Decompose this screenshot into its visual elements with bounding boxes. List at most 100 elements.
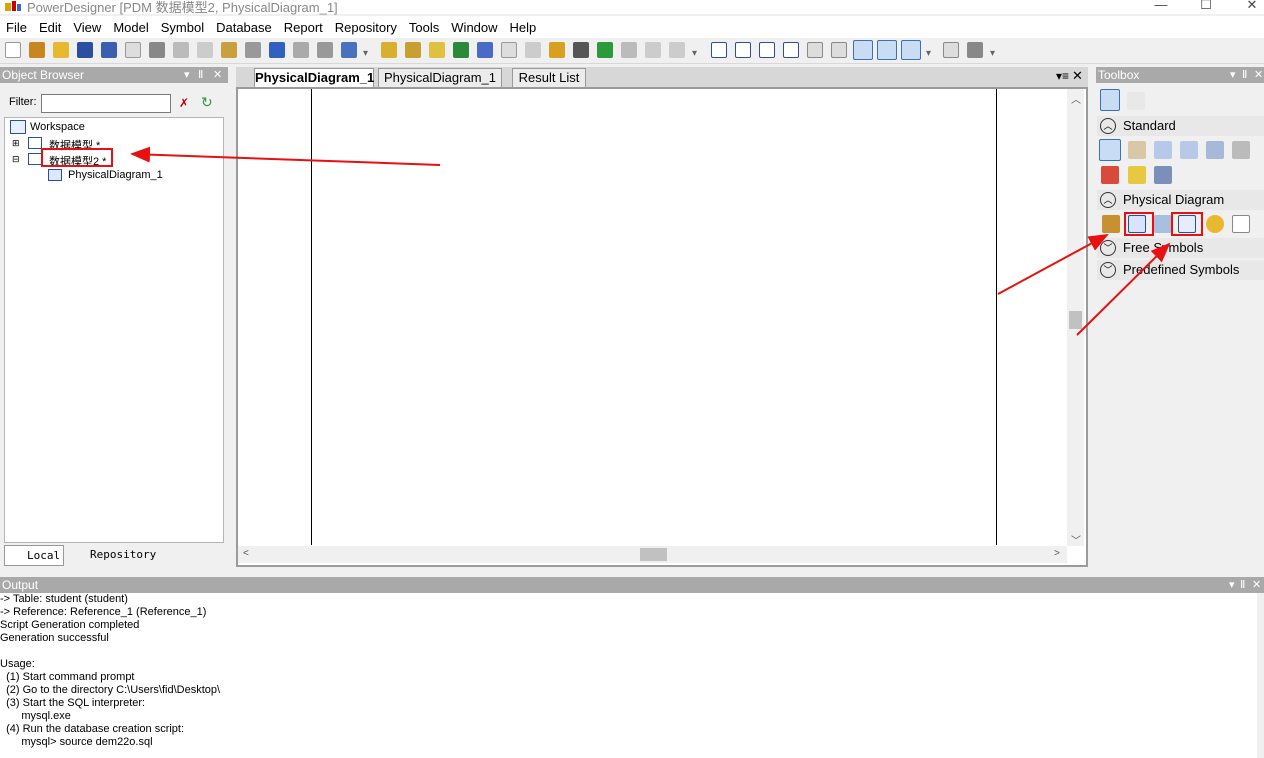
zoom-out-icon[interactable]: [1180, 141, 1198, 159]
zoom-in-icon[interactable]: [1154, 141, 1172, 159]
maximize-button[interactable]: ☐: [1191, 0, 1221, 13]
find-icon[interactable]: [429, 42, 445, 58]
tab-result-list[interactable]: Result List: [512, 68, 586, 87]
open-folder-icon[interactable]: [53, 42, 69, 58]
toolbar-dropdown-icon[interactable]: ▾: [990, 48, 996, 62]
tree-workspace[interactable]: Workspace: [30, 121, 85, 133]
tab-close-icon[interactable]: ✕: [1072, 68, 1083, 84]
save-icon[interactable]: [77, 42, 93, 58]
diagram-canvas[interactable]: [236, 87, 1088, 567]
print-icon[interactable]: [149, 42, 165, 58]
menu-window[interactable]: Window: [445, 20, 503, 35]
format-icon[interactable]: [525, 42, 541, 58]
toolbar-dropdown-icon[interactable]: ▾: [363, 48, 369, 62]
pin-icon[interactable]: Ⅱ: [198, 67, 203, 83]
align-icon[interactable]: [621, 42, 637, 58]
undo-icon[interactable]: [269, 42, 285, 58]
minimize-button[interactable]: —: [1146, 0, 1176, 12]
menu-view[interactable]: View: [67, 20, 107, 35]
tab-local[interactable]: Local: [4, 545, 64, 566]
expand-icon[interactable]: ⊞: [12, 138, 20, 149]
menu-database[interactable]: Database: [210, 20, 278, 35]
scroll-left-icon[interactable]: <: [243, 548, 249, 559]
paste-icon[interactable]: [221, 42, 237, 58]
delete-tool-icon[interactable]: [1101, 166, 1119, 184]
horizontal-scrollbar[interactable]: < >: [238, 546, 1067, 563]
toolbox-group-physical[interactable]: ︿ Physical Diagram: [1097, 190, 1264, 210]
list-view-icon[interactable]: [1127, 92, 1145, 110]
pin-icon[interactable]: Ⅱ: [1242, 67, 1247, 83]
delete-icon[interactable]: [245, 42, 261, 58]
vertical-scroll-thumb[interactable]: [1069, 311, 1082, 329]
view-tool-icon[interactable]: [1154, 215, 1172, 233]
pane-menu-icon[interactable]: ▾: [184, 67, 190, 83]
menu-report[interactable]: Report: [278, 20, 329, 35]
link-tool-icon[interactable]: [1154, 166, 1172, 184]
result-list-toggle-icon[interactable]: [901, 40, 921, 60]
open-diagram-icon[interactable]: [1206, 141, 1224, 159]
tab-repository[interactable]: Repository: [68, 545, 158, 566]
grid-icon[interactable]: [807, 42, 823, 58]
output-scrollbar[interactable]: [1257, 593, 1264, 758]
cut-icon[interactable]: [173, 42, 189, 58]
apply-filter-icon[interactable]: ↻: [201, 94, 213, 111]
pane-close-icon[interactable]: ✕: [213, 67, 222, 83]
toolbox-group-predefined-symbols[interactable]: ﹀ Predefined Symbols: [1097, 260, 1264, 280]
new-project-icon[interactable]: [29, 42, 45, 58]
copy-icon[interactable]: [197, 42, 213, 58]
procedure-tool-icon[interactable]: [1206, 215, 1224, 233]
properties-tool-icon[interactable]: [1232, 141, 1250, 159]
properties-icon[interactable]: [317, 42, 333, 58]
scroll-up-icon[interactable]: ︿: [1071, 91, 1081, 106]
tile-icon[interactable]: [783, 42, 799, 58]
scroll-down-icon[interactable]: ﹀: [1071, 532, 1081, 547]
collapse-icon[interactable]: ⊟: [12, 154, 20, 165]
pane-close-icon[interactable]: ✕: [1252, 577, 1261, 593]
output-toggle-icon[interactable]: [877, 40, 897, 60]
menu-repository[interactable]: Repository: [329, 20, 403, 35]
view-icon[interactable]: [711, 42, 727, 58]
menu-model[interactable]: Model: [107, 20, 154, 35]
note-tool-icon[interactable]: [1128, 166, 1146, 184]
print-preview-icon[interactable]: [125, 42, 141, 58]
diagram-icon[interactable]: [831, 42, 847, 58]
package-tool-icon[interactable]: [1102, 215, 1120, 233]
line-style-icon[interactable]: [573, 42, 589, 58]
window-icon[interactable]: [759, 42, 775, 58]
new-icon[interactable]: [5, 42, 21, 58]
tab-physical-diagram[interactable]: PhysicalDiagram_1: [378, 68, 502, 87]
menu-edit[interactable]: Edit: [33, 20, 67, 35]
toolbox-group-standard[interactable]: ︿ Standard: [1097, 116, 1264, 136]
scroll-right-icon[interactable]: >: [1054, 548, 1060, 559]
redo-icon[interactable]: [293, 42, 309, 58]
filter-input[interactable]: [41, 94, 171, 113]
shape-icon[interactable]: [501, 42, 517, 58]
refresh-icon[interactable]: [453, 42, 469, 58]
menu-file[interactable]: File: [0, 20, 33, 35]
menu-symbol[interactable]: Symbol: [155, 20, 210, 35]
toolbar-dropdown-icon[interactable]: ▾: [926, 48, 932, 62]
vertical-scrollbar[interactable]: ︿ ﹀: [1067, 89, 1084, 547]
clear-filter-icon[interactable]: ✗: [179, 96, 189, 110]
tree-physical-diagram[interactable]: PhysicalDiagram_1: [68, 169, 163, 181]
layout-icon[interactable]: [735, 42, 751, 58]
pin-icon[interactable]: Ⅱ: [1240, 577, 1245, 593]
preview-icon[interactable]: [943, 42, 959, 58]
brush-icon[interactable]: [549, 42, 565, 58]
close-button[interactable]: ✕: [1237, 0, 1264, 13]
menu-help[interactable]: Help: [504, 20, 543, 35]
send-back-icon[interactable]: [645, 42, 661, 58]
grabber-tool-icon[interactable]: [1128, 141, 1146, 159]
pane-menu-icon[interactable]: ▾: [1229, 577, 1235, 593]
package-icon[interactable]: [381, 42, 397, 58]
print2-icon[interactable]: [967, 42, 983, 58]
font-icon[interactable]: [597, 42, 613, 58]
import-icon[interactable]: [405, 42, 421, 58]
bring-front-icon[interactable]: [669, 42, 685, 58]
toolbar-dropdown-icon[interactable]: ▾: [692, 48, 698, 62]
pointer-tool-icon[interactable]: [1099, 139, 1121, 161]
save-all-icon[interactable]: [101, 42, 117, 58]
icon-view-icon[interactable]: [1100, 89, 1120, 111]
horizontal-scroll-thumb[interactable]: [640, 548, 667, 561]
pane-menu-icon[interactable]: ▾: [1230, 67, 1236, 83]
